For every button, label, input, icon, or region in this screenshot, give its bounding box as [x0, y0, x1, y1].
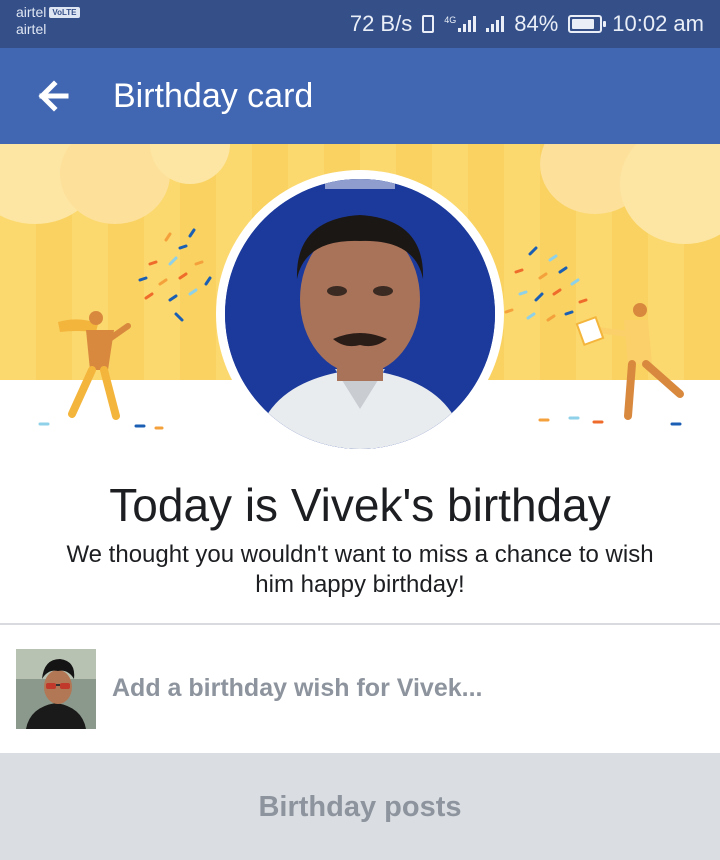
- signal-icon: 4G: [444, 15, 477, 32]
- app-bar: Birthday card: [0, 48, 720, 144]
- profile-photo: [225, 179, 495, 449]
- page-title: Birthday card: [113, 77, 314, 115]
- battery-fill: [572, 19, 595, 29]
- user-avatar: [16, 649, 96, 729]
- carrier-primary: airtel: [16, 4, 47, 20]
- battery-percent: 84%: [514, 11, 559, 36]
- birthday-subtext: We thought you wouldn't want to miss a c…: [66, 541, 654, 598]
- birthday-posts-section: Birthday posts: [0, 753, 720, 860]
- network-speed: 72 B/s: [349, 11, 413, 36]
- vibrate-icon: [422, 15, 435, 33]
- clock: 10:02 am: [612, 11, 704, 36]
- birthday-wish-input[interactable]: Add a birthday wish for Vivek...: [112, 671, 692, 705]
- carrier-info: airtel VoLTE airtel: [16, 4, 80, 38]
- carrier-secondary: airtel: [16, 21, 47, 37]
- signal-icon: [486, 16, 505, 32]
- back-button[interactable]: [30, 74, 80, 118]
- birthday-headline: Today is Vivek's birthday: [109, 479, 611, 531]
- profile-avatar[interactable]: [225, 179, 495, 449]
- network-type: 4G: [444, 15, 457, 25]
- battery-icon: [568, 15, 607, 33]
- user-photo: [16, 649, 96, 729]
- volte-badge: VoLTE: [49, 7, 80, 18]
- arrow-left-icon: [38, 80, 69, 112]
- section-title: Birthday posts: [258, 791, 462, 823]
- status-indicators: 72 B/s 4G 84% 10:02 am: [350, 10, 704, 38]
- status-bar: airtel VoLTE airtel 72 B/s 4G 84% 10:02 a…: [0, 0, 720, 48]
- birthday-wish-composer[interactable]: Add a birthday wish for Vivek...: [0, 625, 720, 753]
